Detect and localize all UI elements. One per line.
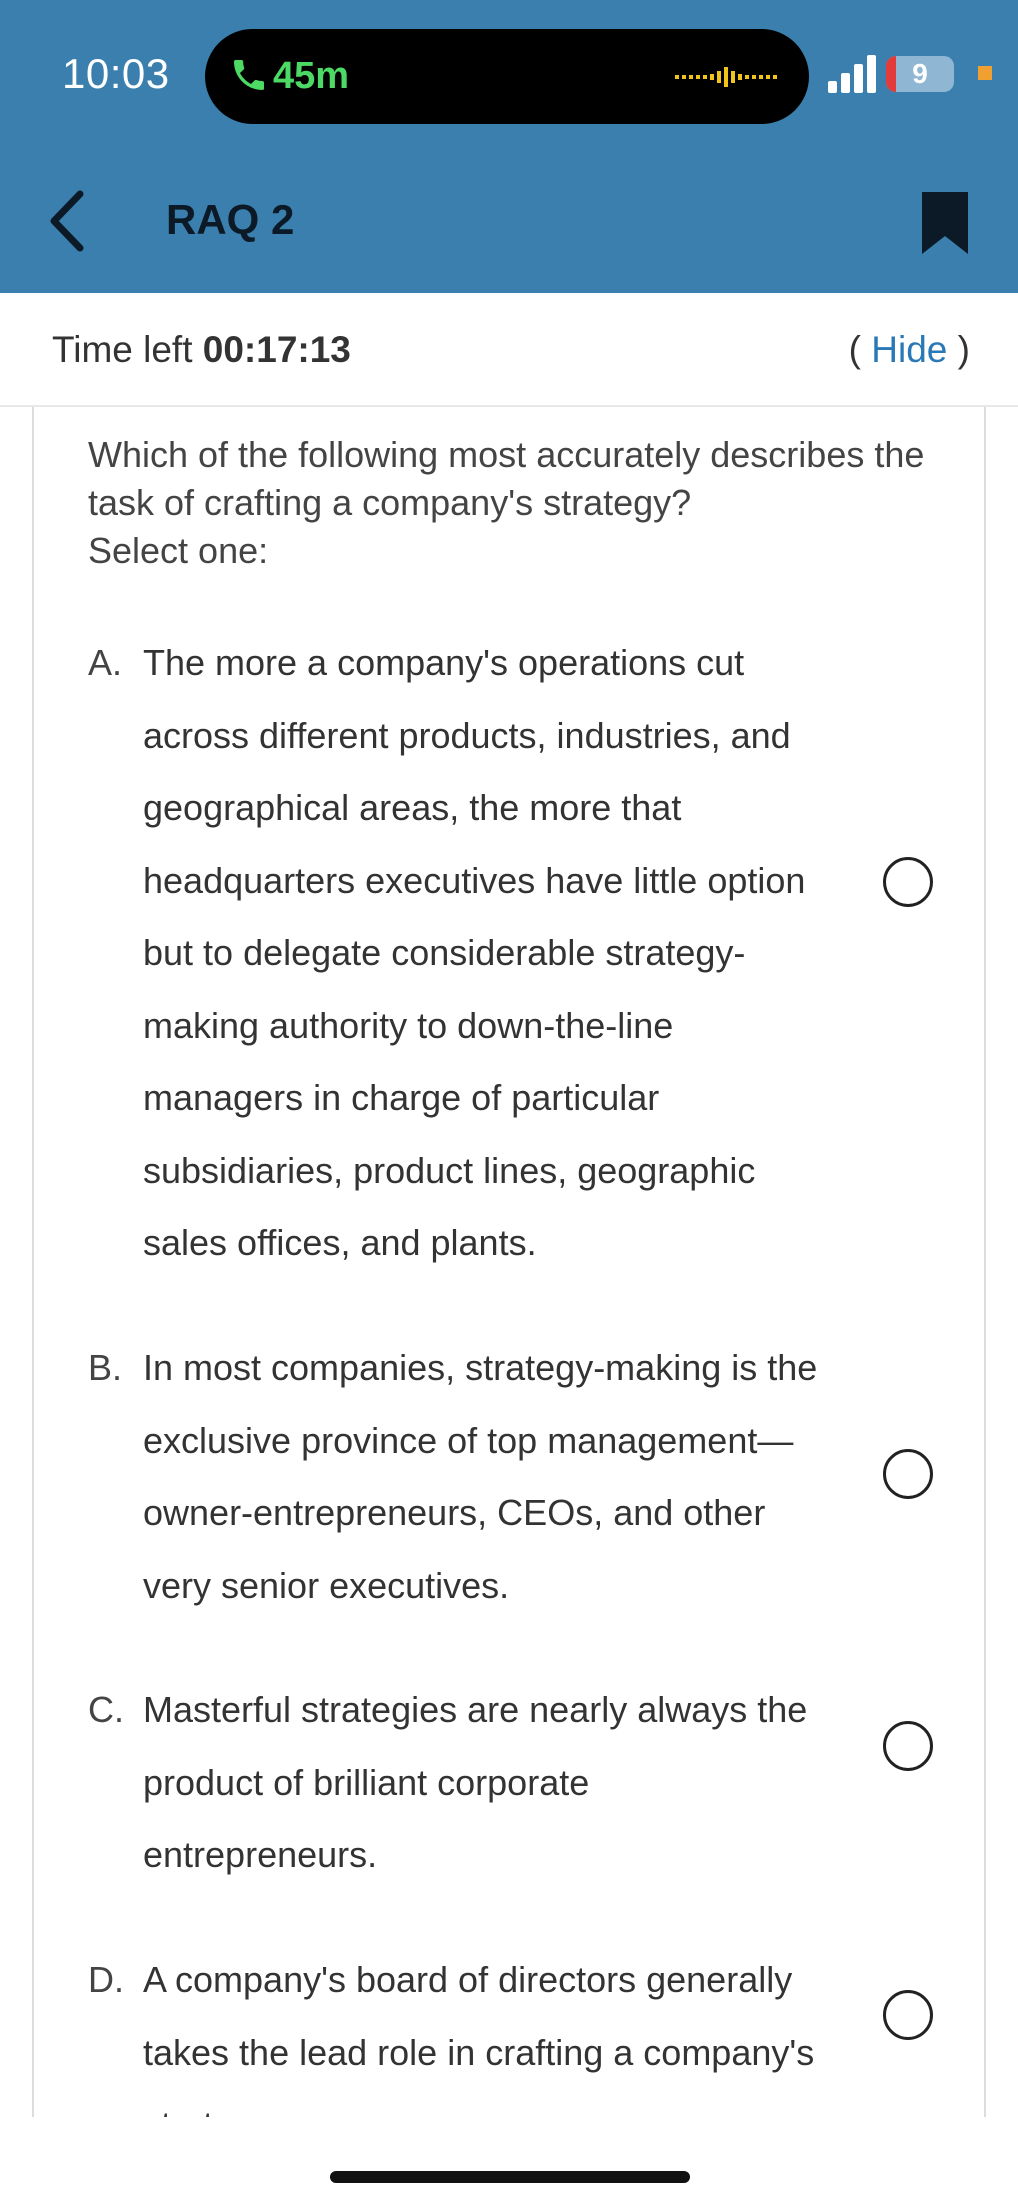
hide-timer: ( Hide ) [849, 329, 970, 371]
hide-paren-close: ) [957, 329, 970, 370]
option-c[interactable]: C. Masterful strategies are nearly alway… [88, 1674, 968, 1894]
battery-indicator: 9 [886, 56, 954, 92]
back-chevron-icon[interactable] [44, 186, 94, 256]
option-d-radio[interactable] [883, 1990, 933, 2040]
page-title: RAQ 2 [166, 196, 295, 243]
option-b[interactable]: B. In most companies, strategy-making is… [88, 1332, 968, 1632]
active-call-pill[interactable]: 45m [205, 29, 809, 124]
audio-waveform-icon [675, 67, 777, 87]
hide-paren-open: ( [848, 329, 861, 370]
option-a-radio[interactable] [883, 857, 933, 907]
question-instruction: Select one: [88, 530, 269, 571]
phone-icon [234, 60, 264, 90]
timer-bar: Time left 00:17:13 ( Hide ) [0, 293, 1018, 407]
option-letter: A. [88, 642, 123, 683]
call-duration: 45m [273, 55, 350, 97]
status-time: 10:03 [62, 50, 170, 97]
battery-level: 9 [912, 58, 928, 89]
option-d[interactable]: D. A company's board of directors genera… [88, 1944, 968, 2117]
option-text: In most companies, strategy-making is th… [143, 1347, 818, 1606]
question-text: Which of the following most accurately d… [88, 431, 948, 575]
option-c-radio[interactable] [883, 1721, 933, 1771]
time-left-label: Time left [52, 329, 193, 370]
option-text: A company's board of directors generally… [143, 1959, 815, 2117]
option-text: Masterful strategies are nearly always t… [143, 1689, 808, 1875]
question-card: Which of the following most accurately d… [32, 407, 986, 2117]
time-left: Time left 00:17:13 [52, 329, 351, 371]
option-letter: B. [88, 1347, 123, 1388]
option-letter: D. [88, 1959, 124, 2000]
home-indicator[interactable] [330, 2171, 690, 2183]
option-b-radio[interactable] [883, 1449, 933, 1499]
app-header: 10:03 45m 9 RAQ 2 [0, 0, 1018, 293]
question-stem: Which of the following most accurately d… [88, 434, 925, 523]
time-left-value: 00:17:13 [202, 329, 351, 370]
privacy-indicator-dot [978, 66, 992, 80]
cellular-signal-icon [828, 55, 876, 93]
option-text: The more a company's operations cut acro… [143, 642, 806, 1263]
bookmark-icon[interactable] [920, 190, 970, 256]
option-a[interactable]: A. The more a company's operations cut a… [88, 627, 968, 1263]
hide-timer-link[interactable]: Hide [871, 329, 947, 370]
option-letter: C. [88, 1689, 124, 1730]
